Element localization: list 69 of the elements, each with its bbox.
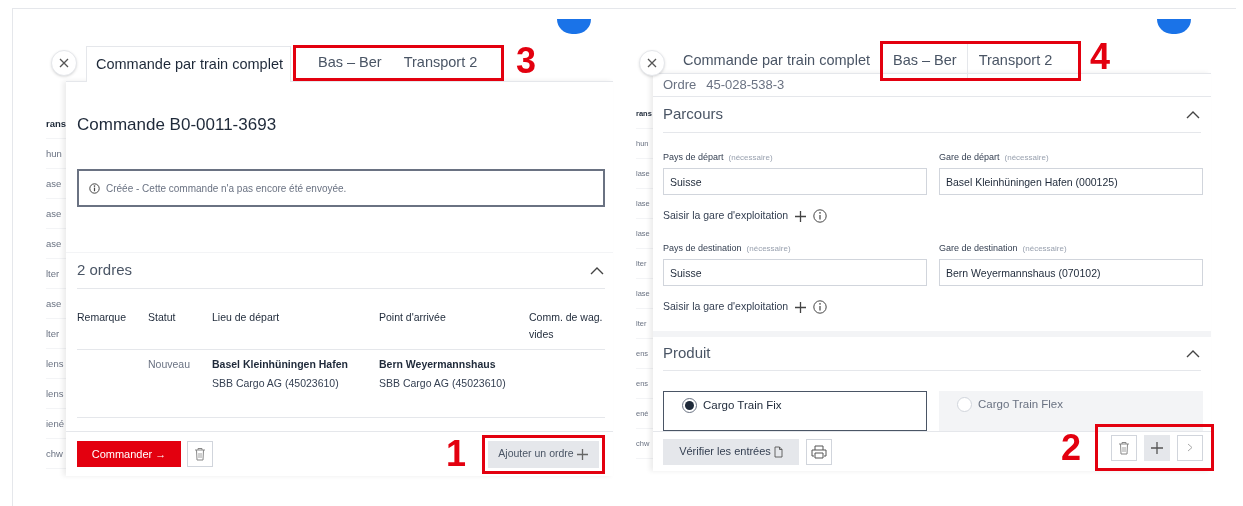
callout-number: 4 bbox=[1090, 39, 1110, 75]
callout-number: 3 bbox=[516, 43, 537, 79]
chevron-right-icon bbox=[1187, 443, 1193, 452]
section-title: Parcours bbox=[663, 104, 724, 125]
input-field[interactable]: Suisse bbox=[663, 259, 927, 286]
print-button[interactable] bbox=[806, 438, 832, 465]
chevron-icon[interactable] bbox=[1185, 109, 1201, 120]
add-station-link[interactable]: Saisir la gare d'exploitation bbox=[663, 299, 789, 315]
column-header: Point d'arrivée bbox=[379, 310, 447, 325]
table-cell-text: Basel Kleinhüningen Hafen bbox=[212, 357, 349, 372]
order-number: 45-028-538-3 bbox=[706, 76, 785, 95]
chevron-icon[interactable] bbox=[1185, 348, 1201, 359]
field-label: Gare de destination bbox=[939, 241, 1018, 255]
plus-icon bbox=[1150, 440, 1164, 455]
required-hint: (nécessaire) bbox=[1004, 151, 1049, 164]
close-button[interactable] bbox=[51, 50, 77, 76]
plus-icon bbox=[575, 447, 589, 461]
option-label: Cargo Train Fix bbox=[703, 398, 782, 413]
required-hint: (nécessaire) bbox=[746, 242, 791, 255]
table-cell-text: SBB Cargo AG (45023610) bbox=[379, 375, 507, 391]
column-header: Remarque bbox=[77, 310, 128, 325]
field-label: Gare de départ bbox=[939, 150, 1000, 164]
input-field[interactable]: Basel Kleinhüningen Hafen (000125) bbox=[939, 168, 1203, 195]
callout-number: 2 bbox=[1060, 429, 1081, 466]
info-icon bbox=[813, 300, 828, 314]
trash-icon bbox=[194, 447, 206, 462]
table-cell-text: Bern Weyermannshaus bbox=[379, 357, 497, 372]
column-header: Comm. de wag. vides bbox=[529, 310, 604, 342]
column-header: Statut bbox=[148, 310, 177, 325]
plus-icon bbox=[794, 300, 808, 314]
table-cell-text: SBB Cargo AG (45023610) bbox=[212, 375, 340, 391]
tab[interactable]: Bas – Ber bbox=[308, 45, 392, 81]
info-icon bbox=[813, 209, 828, 223]
required-hint: (nécessaire) bbox=[728, 151, 773, 164]
info-icon bbox=[89, 182, 100, 194]
avatar-icon[interactable] bbox=[557, 19, 591, 34]
document-icon bbox=[773, 445, 783, 458]
callout-number: 1 bbox=[445, 436, 466, 473]
input-field[interactable]: Bern Weyermannshaus (070102) bbox=[939, 259, 1203, 286]
check-entries-button[interactable]: Vérifier les entrées bbox=[663, 438, 799, 465]
input-field[interactable]: Suisse bbox=[663, 168, 927, 195]
option-label: Cargo Train Flex bbox=[978, 397, 1063, 412]
section-title: 2 ordres bbox=[77, 260, 133, 281]
plus-icon bbox=[794, 209, 808, 223]
column-header: Lieu de départ bbox=[212, 310, 281, 325]
delete-button[interactable] bbox=[187, 441, 213, 468]
section-title: Produit bbox=[663, 343, 711, 364]
delete-button[interactable] bbox=[1111, 434, 1137, 461]
required-hint: (nécessaire) bbox=[1022, 242, 1067, 255]
dialog-title: Commande B0-0011-3693 bbox=[77, 114, 278, 136]
chevron-icon[interactable] bbox=[589, 265, 605, 276]
tab[interactable]: Commande par train complet bbox=[86, 46, 291, 82]
tab[interactable]: Transport 2 bbox=[967, 44, 1064, 78]
tab[interactable]: Transport 2 bbox=[393, 45, 488, 81]
option-card[interactable]: Cargo Train Fix bbox=[663, 391, 927, 431]
printer-icon bbox=[811, 444, 827, 459]
close-button[interactable] bbox=[639, 50, 665, 76]
notice-text: Créée - Cette commande n'a pas encore été envoyée. bbox=[106, 181, 347, 196]
avatar-icon[interactable] bbox=[1157, 19, 1191, 34]
table-cell-text: Nouveau bbox=[148, 357, 192, 372]
add-order-button[interactable]: Ajouter un ordre bbox=[488, 440, 599, 468]
field-label: Pays de départ bbox=[663, 150, 724, 164]
add-button[interactable] bbox=[1144, 434, 1170, 461]
trash-icon bbox=[1118, 440, 1130, 455]
tab[interactable]: Commande par train complet bbox=[683, 44, 870, 78]
order-label: Ordre bbox=[663, 76, 697, 95]
field-label: Pays de destination bbox=[663, 241, 742, 255]
order-button[interactable]: Commander → bbox=[77, 441, 181, 468]
add-station-link[interactable]: Saisir la gare d'exploitation bbox=[663, 208, 789, 224]
